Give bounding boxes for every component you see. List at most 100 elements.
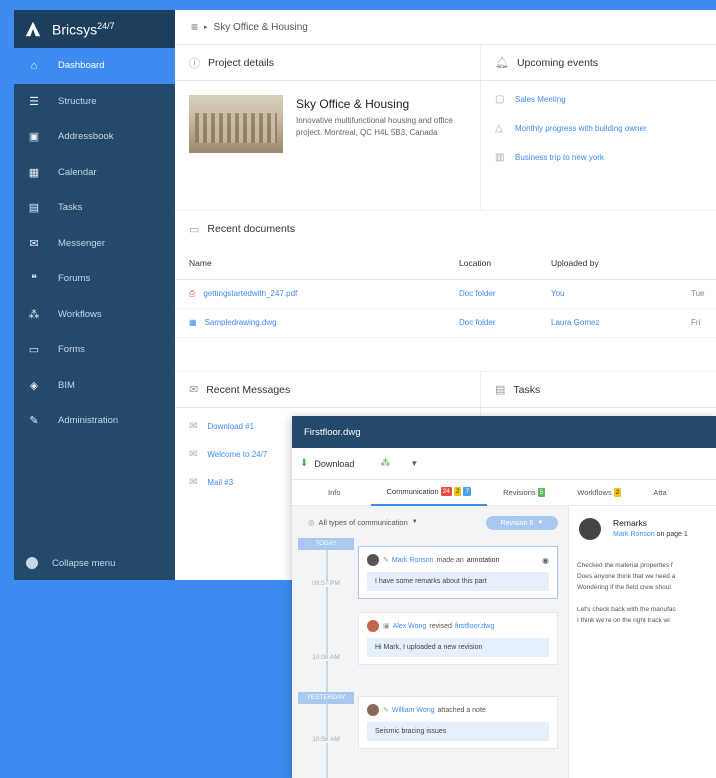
count-badge: 7 — [463, 487, 472, 496]
tab-info[interactable]: Info — [292, 480, 371, 506]
card-meta: ▣ Alex Wong revised firstfloor.dwg — [367, 620, 549, 632]
sidebar-item-calendar[interactable]: ▦ Calendar — [14, 155, 175, 191]
brand[interactable]: Bricsys24/7 — [14, 10, 175, 48]
brand-name: Bricsys24/7 — [52, 20, 115, 38]
communication-card[interactable]: ▣ Alex Wong revised firstfloor.dwg Hi Ma… — [358, 612, 558, 665]
sidebar-item-messenger[interactable]: ✉ Messenger — [14, 226, 175, 262]
count-badge: 24 — [440, 487, 452, 496]
timeline-time: 10:08 AM — [298, 654, 354, 661]
sidebar-item-workflows[interactable]: ⁂ Workflows — [14, 297, 175, 333]
document-location-cell[interactable]: Doc folder — [445, 279, 537, 309]
download-icon: ⬇ — [300, 458, 309, 469]
viewer-title: Firstfloor.dwg — [292, 416, 716, 448]
collapse-menu-button[interactable]: Collapse menu — [14, 546, 175, 580]
eye-icon[interactable]: ◉ — [542, 556, 549, 565]
project-details-panel: ⓘ Project details Sky Office & Housing In… — [175, 45, 480, 210]
sidebar-item-administration[interactable]: ✎ Administration — [14, 403, 175, 439]
sidebar-item-forms[interactable]: ▭ Forms — [14, 332, 175, 368]
remark-header: Remarks Mark Ronson on page 1 — [569, 506, 716, 540]
remark-title: Remarks — [613, 518, 648, 528]
annotation-icon: ✎ — [383, 557, 389, 564]
panel-header: 🔔︎ Upcoming events — [481, 45, 716, 81]
remark-author: Mark Ronson on page 1 — [613, 531, 688, 538]
project-image — [189, 95, 283, 153]
communication-card[interactable]: ✎ Mark Ronson made an annotation ◉ I hav… — [358, 546, 558, 599]
bell-icon: 🔔︎ — [495, 57, 509, 69]
timeline-time: 09:57 PM — [298, 580, 354, 587]
timeline: TODAY 09:57 PM 10:08 AM YESTERDAY 10:58 … — [298, 538, 354, 778]
sidebar-item-dashboard[interactable]: ⌂ Dashboard — [14, 48, 175, 84]
tab-revisions[interactable]: Revisions 5 — [487, 480, 561, 506]
sidebar-item-tasks[interactable]: ▤ Tasks — [14, 190, 175, 226]
document-uploader-cell[interactable]: You — [537, 279, 677, 309]
envelope-icon: ✉ — [189, 448, 198, 460]
chevron-down-icon: ▼ — [411, 519, 418, 525]
communication-pane: ◎ All types of communication ▼ Revision 6 ▼… — [292, 506, 568, 778]
eye-icon: ◎ — [308, 517, 315, 527]
sidebar-item-structure[interactable]: ☰ Structure — [14, 84, 175, 120]
dwg-icon: ▦ — [189, 318, 197, 327]
breadcrumb-project[interactable]: Sky Office & Housing — [214, 22, 308, 33]
workflow-icon[interactable]: ⁂ — [380, 458, 390, 469]
sidebar-item-bim[interactable]: ◈ BIM — [14, 368, 175, 404]
document-name-cell[interactable]: ▦ Sampledrawing.dwg — [175, 308, 445, 338]
event-item[interactable]: ▢ Sales Meeting — [481, 85, 716, 114]
note-icon: ✎ — [383, 707, 389, 714]
document-date-cell: Tue — [677, 279, 716, 309]
sidebar: Bricsys24/7 ⌂ Dashboard ☰ Structure ▣ Addre… — [14, 10, 175, 580]
document-uploader-cell[interactable]: Laura Gomez — [537, 308, 677, 338]
card-body: Hi Mark, I uploaded a new revision — [367, 638, 549, 657]
panel-header: ⓘ Project details — [175, 45, 480, 81]
envelope-icon: ✉ — [29, 237, 39, 250]
card-meta: ✎ Mark Ronson made an annotation ◉ — [367, 554, 549, 566]
briefcase-icon: ▥ — [495, 152, 505, 163]
file-viewer-window: Firstfloor.dwg ⬇ Download ⁂ ▼ Info Commun… — [292, 416, 716, 778]
bricsys-logo-icon — [25, 21, 41, 37]
panel-header: ✉ Recent Messages — [175, 372, 480, 408]
pdf-icon: ⎙ — [189, 288, 196, 298]
count-badge: 2 — [613, 488, 622, 497]
timeline-label-today: TODAY — [298, 538, 354, 550]
upcoming-events-panel: 🔔︎ Upcoming events ▢ Sales Meeting △ Monthl… — [481, 45, 716, 210]
bell-icon: △ — [495, 123, 503, 134]
panel-header: ▤ Tasks — [481, 372, 716, 408]
tab-communication[interactable]: Communication 24 2 7 — [370, 480, 488, 506]
remark-detail-pane: Remarks Mark Ronson on page 1 Checked th… — [568, 506, 716, 778]
table-header-row: Name Location Uploaded by — [175, 247, 716, 280]
project-description: Innovative multifunctional housing and o… — [296, 116, 453, 137]
column-header-extra — [677, 247, 716, 280]
envelope-icon: ✉ — [189, 420, 198, 432]
revision-selector[interactable]: Revision 6 ▼ — [486, 516, 558, 530]
document-date-cell: Fri — [677, 308, 716, 338]
avatar — [367, 554, 379, 566]
event-item[interactable]: △ Monthly progress with building owner — [481, 114, 716, 143]
hamburger-icon[interactable]: ≡ — [191, 20, 198, 34]
recent-documents-panel: ▭ Recent documents Name Location Uploaded… — [175, 211, 716, 371]
column-header-uploaded-by[interactable]: Uploaded by — [537, 247, 677, 280]
folder-icon: ▭ — [189, 223, 200, 236]
remark-text: Checked the material properties f Does a… — [577, 562, 676, 624]
column-header-location[interactable]: Location — [445, 247, 537, 280]
event-item[interactable]: ▥ Business trip to new york — [481, 143, 716, 172]
timeline-label-yesterday: YESTERDAY — [298, 692, 354, 704]
document-location-cell[interactable]: Doc folder — [445, 308, 537, 338]
chevron-down-icon[interactable]: ▼ — [410, 459, 418, 468]
sidebar-item-addressbook[interactable]: ▣ Addressbook — [14, 119, 175, 155]
breadcrumb: ≡ ▸ Sky Office & Housing — [175, 10, 716, 45]
timeline-time: 10:58 AM — [298, 736, 354, 743]
tab-attachments[interactable]: Atta — [637, 480, 682, 506]
structure-icon: ☰ — [29, 95, 39, 108]
column-header-name[interactable]: Name — [175, 247, 445, 280]
tab-workflows[interactable]: Workflows 2 — [561, 480, 637, 506]
table-row[interactable]: ⎙ gettingstartedwith_247.pdf Doc folder Y… — [175, 279, 716, 309]
card-body: I have some remarks about this part — [367, 572, 549, 591]
table-row[interactable]: ▦ Sampledrawing.dwg Doc folder Laura Gome… — [175, 308, 716, 338]
sidebar-item-forums[interactable]: ❝ Forums — [14, 261, 175, 297]
download-button[interactable]: ⬇ Download — [300, 458, 354, 469]
document-name-cell[interactable]: ⎙ gettingstartedwith_247.pdf — [175, 279, 445, 309]
envelope-icon: ✉ — [189, 476, 198, 488]
panel-header: ▭ Recent documents — [189, 223, 295, 236]
communication-card[interactable]: ✎ William Wong attached a note Seismic b… — [358, 696, 558, 749]
forms-icon: ▭ — [28, 344, 40, 357]
documents-table: Name Location Uploaded by ⎙ gettingstarte… — [175, 247, 716, 338]
